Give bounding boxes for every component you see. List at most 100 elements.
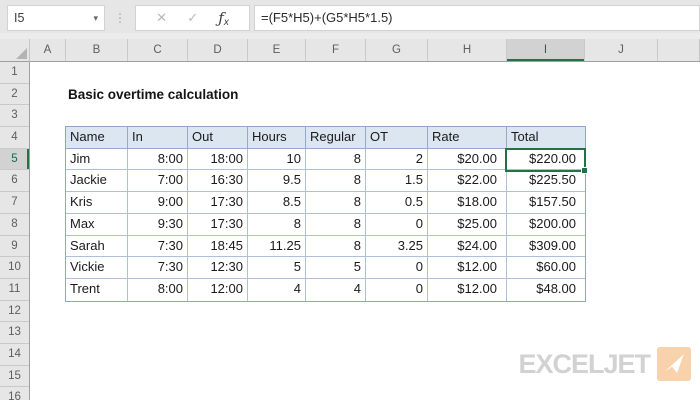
chevron-down-icon[interactable]: ▾	[93, 13, 98, 24]
cell[interactable]: 16:30	[188, 170, 248, 193]
cancel-icon[interactable]: ✕	[156, 10, 167, 26]
cell[interactable]: Jackie	[66, 170, 128, 193]
row-header-10[interactable]: 10	[0, 257, 29, 279]
cell[interactable]: 12:00	[188, 278, 248, 301]
cell[interactable]: 8:00	[128, 148, 188, 171]
cell[interactable]: 0	[366, 278, 428, 301]
row-header-3[interactable]: 3	[0, 105, 29, 128]
cell[interactable]: 2	[366, 148, 428, 171]
cell[interactable]: $309.00	[507, 235, 585, 258]
cell[interactable]: 1.5	[366, 170, 428, 193]
table-header-in[interactable]: In	[128, 127, 188, 149]
cell[interactable]: 5	[306, 257, 366, 279]
cell[interactable]: Sarah	[66, 235, 128, 258]
cell[interactable]: $12.00	[428, 257, 507, 279]
cell[interactable]: 0.5	[366, 192, 428, 214]
cell[interactable]: 11.25	[248, 235, 306, 258]
cell[interactable]: 18:00	[188, 148, 248, 171]
table-header-regular[interactable]: Regular	[306, 127, 366, 149]
cell[interactable]: $220.00	[507, 148, 585, 171]
row-header-7[interactable]: 7	[0, 192, 29, 214]
table-header-hours[interactable]: Hours	[248, 127, 306, 149]
table-header-ot[interactable]: OT	[366, 127, 428, 149]
fill-handle[interactable]	[581, 166, 588, 174]
cell[interactable]: 12:30	[188, 257, 248, 279]
cell[interactable]: Kris	[66, 192, 128, 214]
cell[interactable]: $60.00	[507, 257, 585, 279]
column-header-I[interactable]: I	[507, 39, 585, 61]
column-header-F[interactable]: F	[306, 39, 366, 61]
cell[interactable]: $24.00	[428, 235, 507, 258]
cell[interactable]: $22.00	[428, 170, 507, 193]
cell[interactable]: 9:30	[128, 213, 188, 236]
cell[interactable]: 4	[248, 278, 306, 301]
cell[interactable]: $18.00	[428, 192, 507, 214]
cell[interactable]: 9:00	[128, 192, 188, 214]
column-header-A[interactable]: A	[30, 39, 66, 61]
cell[interactable]: 8	[306, 235, 366, 258]
column-header-G[interactable]: G	[366, 39, 428, 61]
cell[interactable]: 7:00	[128, 170, 188, 193]
cell[interactable]: 8	[306, 192, 366, 214]
cell[interactable]: $200.00	[507, 213, 585, 236]
formula-input[interactable]: =(F5*H5)+(G5*H5*1.5)	[254, 5, 700, 31]
cell[interactable]: 3.25	[366, 235, 428, 258]
cell[interactable]: 18:45	[188, 235, 248, 258]
cell[interactable]: $225.50	[507, 170, 585, 193]
cell[interactable]: 8	[306, 148, 366, 171]
row-header-12[interactable]: 12	[0, 301, 29, 323]
column-header-B[interactable]: B	[66, 39, 128, 61]
cell[interactable]: 8	[306, 213, 366, 236]
cell[interactable]: 9.5	[248, 170, 306, 193]
cell[interactable]: 8	[306, 170, 366, 193]
column-header-E[interactable]: E	[248, 39, 306, 61]
name-box[interactable]: I5 ▾	[7, 5, 105, 31]
sheet-canvas[interactable]: Basic overtime calculation Name In Out Hour…	[30, 62, 700, 400]
cell[interactable]: 8	[248, 213, 306, 236]
cell[interactable]: $157.50	[507, 192, 585, 214]
row-header-6[interactable]: 6	[0, 170, 29, 193]
cell[interactable]: Trent	[66, 278, 128, 301]
column-header-C[interactable]: C	[128, 39, 188, 61]
cell[interactable]: 8.5	[248, 192, 306, 214]
column-header-J[interactable]: J	[585, 39, 658, 61]
column-header-partial[interactable]	[658, 39, 700, 61]
table-header-total[interactable]: Total	[507, 127, 585, 149]
row-header-13[interactable]: 13	[0, 322, 29, 344]
row-header-5[interactable]: 5	[0, 148, 29, 171]
cell[interactable]: 5	[248, 257, 306, 279]
cell[interactable]: 7:30	[128, 235, 188, 258]
cell[interactable]: 0	[366, 213, 428, 236]
row-header-11[interactable]: 11	[0, 279, 29, 301]
row-header-1[interactable]: 1	[0, 62, 29, 84]
insert-function-icon[interactable]: ƒx	[218, 9, 229, 28]
cell[interactable]: 0	[366, 257, 428, 279]
cell[interactable]: 4	[306, 278, 366, 301]
cell[interactable]: 8:00	[128, 278, 188, 301]
cell[interactable]: $25.00	[428, 213, 507, 236]
column-header-H[interactable]: H	[428, 39, 507, 61]
cell[interactable]: Jim	[66, 148, 128, 171]
cell[interactable]: 7:30	[128, 257, 188, 279]
table-header-name[interactable]: Name	[66, 127, 128, 149]
row-header-15[interactable]: 15	[0, 366, 29, 388]
row-header-4[interactable]: 4	[0, 127, 29, 149]
column-header-D[interactable]: D	[188, 39, 248, 61]
cell[interactable]: Max	[66, 213, 128, 236]
row-header-9[interactable]: 9	[0, 236, 29, 258]
cell[interactable]: $48.00	[507, 278, 585, 301]
cell[interactable]: 17:30	[188, 213, 248, 236]
row-header-14[interactable]: 14	[0, 344, 29, 366]
row-header-8[interactable]: 8	[0, 214, 29, 236]
cell[interactable]: Vickie	[66, 257, 128, 279]
cell[interactable]: 17:30	[188, 192, 248, 214]
cell[interactable]: $20.00	[428, 148, 507, 171]
enter-icon[interactable]: ✓	[187, 10, 198, 26]
select-all-button[interactable]	[0, 39, 30, 62]
cell[interactable]: 10	[248, 148, 306, 171]
table-header-out[interactable]: Out	[188, 127, 248, 149]
table-header-rate[interactable]: Rate	[428, 127, 507, 149]
row-header-2[interactable]: 2	[0, 84, 29, 106]
row-header-16[interactable]: 16	[0, 387, 29, 400]
cell[interactable]: $12.00	[428, 278, 507, 301]
